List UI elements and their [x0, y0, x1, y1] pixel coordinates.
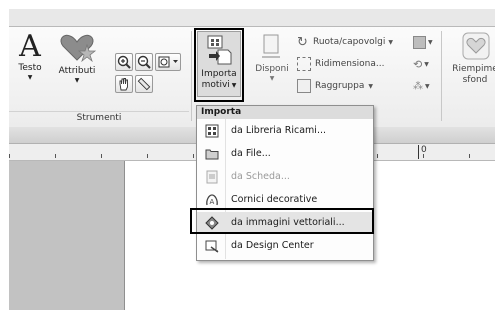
- riempimento-sfondo-button[interactable]: Riempime sfond: [445, 31, 495, 97]
- zoom-out-button[interactable]: [135, 53, 153, 71]
- testo-button[interactable]: A Testo ▼: [11, 31, 49, 93]
- disponi-button[interactable]: Disponi ▼: [249, 31, 295, 93]
- decorative-frame-icon: A: [206, 194, 218, 206]
- color-swatch-icon: [413, 35, 426, 49]
- menu-item-label: da Libreria Ricami...: [231, 125, 326, 136]
- group-divider: [9, 111, 189, 112]
- group-icon: [297, 79, 311, 93]
- library-icon: [205, 124, 219, 138]
- menu-item-label: Cornici decorative: [231, 194, 318, 205]
- left-panel: [9, 161, 124, 310]
- svg-text:A: A: [210, 198, 215, 206]
- app-window: A Testo ▼ Attributi ▼ Strumenti Importa …: [9, 9, 495, 310]
- ridimensiona-button[interactable]: Ridimensiona...: [297, 56, 384, 72]
- menu-item-da-scheda: da Scheda...: [197, 166, 373, 188]
- ruler-icon: [137, 77, 151, 91]
- ribbon-tab-strip: [9, 9, 495, 26]
- resize-icon: [297, 57, 311, 71]
- strumenti-group-label: Strumenti: [76, 113, 122, 123]
- ruler-origin-line: [418, 145, 419, 159]
- attributi-button[interactable]: Attributi ▼: [53, 31, 101, 93]
- pan-hand-button[interactable]: [115, 75, 133, 93]
- design-center-icon: [205, 240, 219, 253]
- arrange-icon: [262, 34, 280, 58]
- fill-tool-button[interactable]: ⟲ ▼: [413, 57, 435, 71]
- ruota-label: Ruota/capovolgi: [313, 37, 386, 47]
- measure-button[interactable]: [135, 75, 153, 93]
- disponi-label: Disponi: [255, 64, 289, 74]
- chevron-down-icon: ▼: [425, 82, 430, 90]
- chevron-down-icon: ▼: [27, 74, 33, 81]
- importa-highlight-box: [194, 28, 244, 102]
- chevron-down-icon: ▼: [269, 75, 275, 82]
- riempimento-label-line2: sfond: [462, 75, 488, 85]
- zoom-fit-button[interactable]: [155, 53, 181, 71]
- card-icon: [206, 170, 218, 184]
- heart-star-icon: [60, 34, 97, 63]
- hand-icon: [119, 78, 128, 91]
- menu-item-highlight-box: [190, 208, 374, 234]
- folder-icon: [205, 149, 219, 160]
- importa-dropdown-menu: Importa da Libreria Ricami... da File...…: [196, 105, 374, 261]
- menu-item-design-center[interactable]: da Design Center: [197, 235, 373, 257]
- attributi-label: Attributi: [58, 66, 96, 76]
- chevron-down-icon: ▼: [368, 82, 373, 90]
- menu-item-label: da Design Center: [231, 240, 314, 251]
- chevron-down-icon: ▼: [424, 60, 429, 68]
- menu-item-libreria-ricami[interactable]: da Libreria Ricami...: [197, 120, 373, 142]
- testo-label: Testo: [18, 63, 42, 73]
- stitch-icon: ⁂: [413, 80, 423, 92]
- zoom-in-button[interactable]: [115, 53, 133, 71]
- ruler-zero-label: 0: [421, 145, 427, 155]
- raggruppa-button[interactable]: Raggruppa ▼: [297, 78, 373, 94]
- riempimento-label-line1: Riempime: [452, 64, 495, 74]
- fill-icon: ⟲: [413, 57, 423, 71]
- ribbon-separator: [441, 31, 442, 121]
- rotate-icon: ↻: [297, 34, 308, 50]
- background-fill-icon: [462, 32, 490, 60]
- menu-header: Importa: [197, 106, 373, 119]
- menu-item-da-file[interactable]: da File...: [197, 143, 373, 165]
- text-a-icon: A: [19, 29, 41, 64]
- line-color-button[interactable]: ▼: [413, 35, 435, 49]
- chevron-down-icon: ▼: [388, 38, 393, 46]
- chevron-down-icon: ▼: [428, 38, 433, 46]
- ruota-capovolgi-button[interactable]: ↻ Ruota/capovolgi ▼: [297, 34, 393, 50]
- chevron-down-icon: ▼: [74, 77, 80, 84]
- menu-item-label: da Scheda...: [231, 171, 290, 182]
- zoom-fit-icon: [158, 56, 178, 68]
- ribbon-separator: [191, 31, 192, 121]
- zoom-out-icon: [137, 55, 151, 69]
- zoom-in-icon: [117, 55, 131, 69]
- stitch-tool-button[interactable]: ⁂ ▼: [413, 79, 435, 93]
- menu-item-label: da File...: [231, 148, 271, 159]
- raggruppa-label: Raggruppa: [315, 81, 365, 91]
- ridimensiona-label: Ridimensiona...: [315, 59, 385, 69]
